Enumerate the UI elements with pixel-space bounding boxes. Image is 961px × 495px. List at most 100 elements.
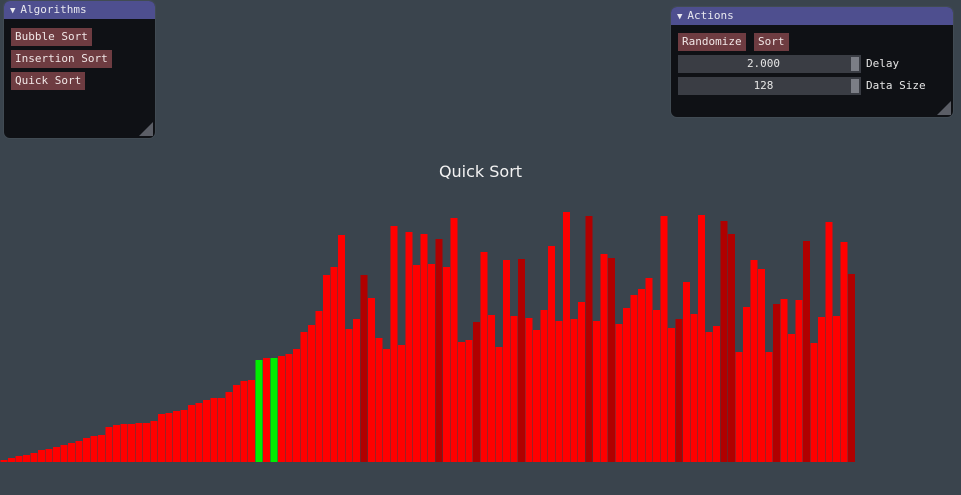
bar	[315, 311, 323, 462]
bar	[383, 349, 390, 462]
bar	[390, 226, 398, 462]
bar	[203, 400, 210, 462]
bar	[593, 321, 600, 462]
bar	[525, 318, 533, 462]
bar	[15, 456, 23, 462]
bar	[233, 385, 240, 462]
bar	[548, 246, 555, 462]
bar	[368, 298, 375, 462]
bar	[788, 334, 795, 462]
bar	[330, 267, 338, 462]
bar	[375, 338, 383, 462]
bar	[623, 308, 630, 462]
bar	[113, 425, 120, 462]
bar	[465, 340, 473, 462]
bar	[638, 289, 645, 462]
bar	[308, 325, 315, 462]
bar	[180, 410, 188, 462]
bar	[713, 326, 720, 462]
bar	[293, 349, 300, 462]
bar	[360, 275, 368, 462]
bar	[75, 441, 83, 462]
bar	[405, 232, 413, 462]
bar	[488, 315, 495, 462]
bar	[495, 347, 503, 462]
bar	[143, 423, 150, 462]
bar	[683, 282, 690, 462]
bar	[503, 260, 510, 462]
bar	[533, 330, 540, 462]
bar	[578, 302, 585, 462]
bar	[690, 314, 698, 462]
bar	[480, 252, 488, 462]
bar	[773, 304, 780, 462]
bar	[413, 265, 420, 462]
bar	[270, 358, 278, 462]
bar	[443, 267, 450, 462]
bar	[600, 254, 608, 462]
bar	[255, 360, 263, 462]
bar	[53, 447, 60, 462]
bar	[158, 414, 165, 462]
bar	[458, 342, 465, 462]
bar	[563, 212, 570, 462]
bar	[30, 453, 38, 462]
bar	[135, 423, 143, 462]
bar	[345, 329, 353, 462]
bar	[608, 258, 615, 462]
bar	[555, 321, 563, 462]
bar	[765, 352, 773, 462]
bar	[540, 310, 548, 462]
bar	[323, 275, 330, 462]
bar	[150, 421, 158, 462]
bar	[615, 324, 623, 462]
bar	[353, 319, 360, 462]
bar	[285, 354, 293, 462]
bar	[128, 424, 135, 462]
bar	[473, 322, 480, 462]
bar	[518, 259, 525, 462]
bar	[278, 356, 285, 462]
bar	[38, 450, 45, 462]
bar	[758, 269, 765, 462]
bar	[398, 345, 405, 462]
bar	[23, 455, 30, 462]
bar	[225, 392, 233, 462]
bar	[0, 460, 8, 462]
bar	[810, 343, 818, 462]
bar	[728, 234, 735, 462]
bar	[195, 403, 203, 462]
bar	[105, 427, 113, 462]
bar	[240, 381, 248, 462]
bar	[263, 358, 270, 462]
bar	[188, 405, 195, 462]
bar	[420, 234, 428, 462]
bar	[60, 445, 68, 462]
bar	[83, 438, 90, 462]
bar	[630, 295, 638, 462]
bar	[120, 424, 128, 462]
bar	[840, 242, 848, 462]
bar	[510, 316, 518, 462]
bar	[803, 241, 810, 462]
bar	[68, 443, 75, 462]
bar	[720, 221, 728, 462]
bar	[165, 413, 173, 462]
bar	[795, 300, 803, 462]
bar	[8, 458, 15, 462]
bar	[675, 319, 683, 462]
bar	[780, 299, 788, 462]
sort-visualization	[0, 212, 855, 462]
bar	[450, 218, 458, 462]
bar	[698, 215, 705, 462]
bar	[45, 449, 53, 462]
bar	[825, 222, 833, 462]
bar	[668, 328, 675, 462]
bar	[585, 216, 593, 462]
bar	[435, 239, 443, 462]
bar	[248, 380, 255, 462]
bar	[743, 307, 750, 462]
bar	[660, 216, 668, 462]
bar	[735, 352, 743, 462]
bar	[833, 316, 840, 462]
